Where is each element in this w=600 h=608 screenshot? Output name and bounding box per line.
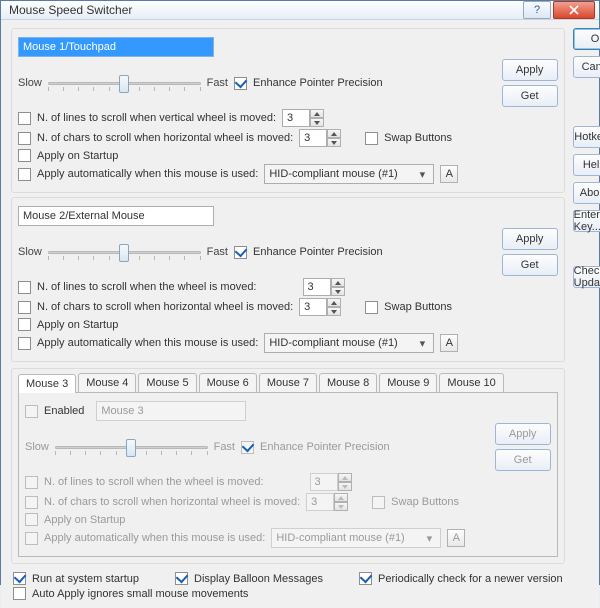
- mouse3-speed-slider: Slow Fast: [25, 437, 235, 457]
- mouse3-pane: Enabled Slow Fast Enhance Pointer Precis…: [18, 392, 558, 557]
- mouse2-aos-checkbox[interactable]: [18, 318, 31, 331]
- mouse3-apply-button: Apply: [495, 423, 551, 445]
- run-startup-checkbox[interactable]: [13, 572, 26, 585]
- mouse3-lines-checkbox: [25, 476, 38, 489]
- mouse3-a-button: A: [447, 529, 465, 547]
- mouse1-auto-checkbox[interactable]: [18, 168, 31, 181]
- autoapply-checkbox[interactable]: [13, 587, 26, 600]
- window-body: Slow Fast Enhance Pointer Precision Appl…: [1, 20, 599, 608]
- tab-mouse7[interactable]: Mouse 7: [259, 373, 317, 392]
- mouse1-swap-label: Swap Buttons: [384, 132, 452, 144]
- mouse2-lines-spinner[interactable]: [303, 278, 345, 296]
- mouse2-lines-checkbox[interactable]: [18, 281, 31, 294]
- mouse1-aos-label: Apply on Startup: [37, 150, 118, 162]
- mouse1-chars-label: N. of chars to scroll when horizontal wh…: [37, 132, 293, 144]
- tab-mouse3[interactable]: Mouse 3: [18, 374, 76, 393]
- mouse2-chars-spinner[interactable]: [299, 298, 341, 316]
- tab-mouse6[interactable]: Mouse 6: [199, 373, 257, 392]
- close-button[interactable]: [553, 1, 595, 19]
- balloon-label: Display Balloon Messages: [194, 573, 323, 585]
- mouse3-swap-checkbox: [372, 496, 385, 509]
- check-updates-button[interactable]: Check Updates...: [573, 266, 600, 288]
- enterkey-button[interactable]: Enter Key...: [573, 210, 600, 232]
- titlebar: Mouse Speed Switcher ?: [1, 1, 599, 20]
- side-column: OK Cancel Hotkeys... Help... About... En…: [573, 28, 600, 602]
- mouse1-lines-spinner[interactable]: [282, 109, 324, 127]
- mouse1-a-button[interactable]: A: [440, 165, 458, 183]
- run-startup-label: Run at system startup: [32, 573, 139, 585]
- mouse3-chars-checkbox: [25, 496, 38, 509]
- tab-mouse5[interactable]: Mouse 5: [138, 373, 196, 392]
- mouse2-speed-slider[interactable]: Slow Fast: [18, 242, 228, 262]
- main-column: Slow Fast Enhance Pointer Precision Appl…: [11, 28, 565, 602]
- mouse1-auto-label: Apply automatically when this mouse is u…: [37, 168, 258, 180]
- ok-button[interactable]: OK: [573, 28, 600, 50]
- mouse1-apply-button[interactable]: Apply: [502, 59, 558, 81]
- mouse2-apply-button[interactable]: Apply: [502, 228, 558, 250]
- mouse1-aos-checkbox[interactable]: [18, 149, 31, 162]
- mouse2-name-input[interactable]: [18, 206, 214, 226]
- mouse2-section: Slow Fast Enhance Pointer Precision Appl…: [11, 197, 565, 362]
- mouse3-get-button: Get: [495, 449, 551, 471]
- mouse1-name-input[interactable]: [18, 37, 214, 57]
- mouse2-device-combo[interactable]: HID-compliant mouse (#1)▾: [264, 333, 434, 353]
- mouse1-lines-checkbox[interactable]: [18, 112, 31, 125]
- mouse1-section: Slow Fast Enhance Pointer Precision Appl…: [11, 28, 565, 193]
- footer: Run at system startup Display Balloon Me…: [11, 568, 565, 602]
- app-window: Mouse Speed Switcher ? Slow Fast: [0, 0, 600, 585]
- balloon-checkbox[interactable]: [175, 572, 188, 585]
- mouse1-get-button[interactable]: Get: [502, 85, 558, 107]
- tab-mouse4[interactable]: Mouse 4: [78, 373, 136, 392]
- mouse1-swap-checkbox[interactable]: [365, 132, 378, 145]
- periodic-label: Periodically check for a newer version: [378, 573, 563, 585]
- mouse2-a-button[interactable]: A: [440, 334, 458, 352]
- mouse3-name-input[interactable]: [96, 401, 246, 421]
- tabstrip: Mouse 3 Mouse 4 Mouse 5 Mouse 6 Mouse 7 …: [12, 369, 564, 392]
- mouse2-auto-checkbox[interactable]: [18, 337, 31, 350]
- mouse2-swap-checkbox[interactable]: [365, 301, 378, 314]
- fast-label: Fast: [207, 77, 228, 89]
- mouse1-epp-label: Enhance Pointer Precision: [253, 77, 383, 89]
- mouse3-enabled-label: Enabled: [44, 405, 84, 417]
- mouse3-enabled-checkbox[interactable]: [25, 405, 38, 418]
- mouse1-chars-spinner[interactable]: [299, 129, 341, 147]
- hotkeys-button[interactable]: Hotkeys...: [573, 126, 600, 148]
- tab-mouse8[interactable]: Mouse 8: [319, 373, 377, 392]
- about-button[interactable]: About...: [573, 182, 600, 204]
- mouse2-chars-checkbox[interactable]: [18, 301, 31, 314]
- mouse1-epp-checkbox[interactable]: [234, 77, 247, 90]
- mouse3-aos-checkbox: [25, 513, 38, 526]
- tab-mouse10[interactable]: Mouse 10: [439, 373, 503, 392]
- mouse3-auto-checkbox: [25, 532, 38, 545]
- mouse3-chars-spinner: [306, 493, 348, 511]
- help-button[interactable]: ?: [523, 1, 551, 19]
- mouse2-get-button[interactable]: Get: [502, 254, 558, 276]
- mouse1-speed-slider[interactable]: Slow Fast: [18, 73, 228, 93]
- cancel-button[interactable]: Cancel: [573, 56, 600, 78]
- svg-text:?: ?: [534, 5, 540, 15]
- window-title: Mouse Speed Switcher: [9, 3, 521, 17]
- tab-mouse9[interactable]: Mouse 9: [379, 373, 437, 392]
- mouse3-lines-spinner: [310, 473, 352, 491]
- mouse1-lines-label: N. of lines to scroll when vertical whee…: [37, 112, 276, 124]
- mouse1-device-combo[interactable]: HID-compliant mouse (#1)▾: [264, 164, 434, 184]
- extra-tabs-section: Mouse 3 Mouse 4 Mouse 5 Mouse 6 Mouse 7 …: [11, 368, 565, 564]
- autoapply-label: Auto Apply ignores small mouse movements: [32, 588, 248, 600]
- help-button-side[interactable]: Help...: [573, 154, 600, 176]
- periodic-checkbox[interactable]: [359, 572, 372, 585]
- mouse1-chars-checkbox[interactable]: [18, 132, 31, 145]
- slow-label: Slow: [18, 77, 42, 89]
- mouse3-epp-checkbox: [241, 441, 254, 454]
- mouse2-epp-checkbox[interactable]: [234, 246, 247, 259]
- mouse3-device-combo: HID-compliant mouse (#1)▾: [271, 528, 441, 548]
